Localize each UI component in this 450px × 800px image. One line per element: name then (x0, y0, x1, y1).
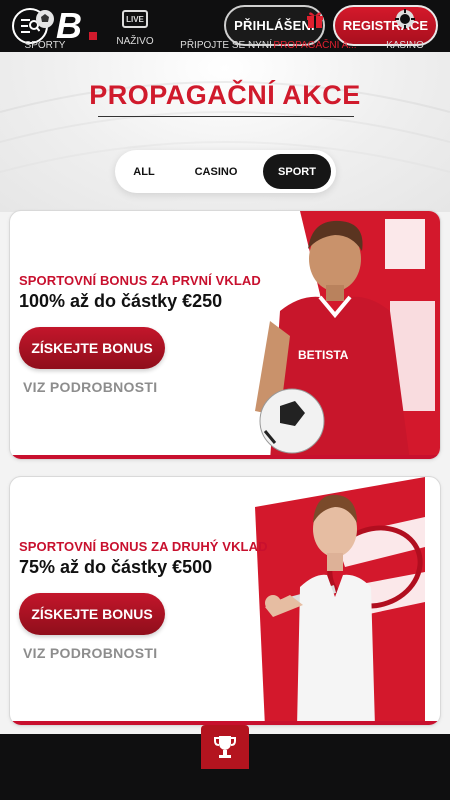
casino-chip-icon (395, 9, 415, 29)
nav-sports[interactable]: SPORTY (20, 0, 70, 66)
page-title: PROPAGAČNÍ AKCE (89, 80, 361, 110)
tennis-player-image (255, 477, 425, 725)
promo-subtitle: SPORTOVNÍ BONUS ZA DRUHÝ VKLAD (19, 539, 268, 554)
promo-card-first-deposit: BETISTA SPORTOVNÍ BONUS ZA PRVNÍ VKLAD 1… (9, 210, 441, 460)
nav-label: PŘIPOJTE SE NYNÍ (180, 40, 272, 51)
promo-subtitle: SPORTOVNÍ BONUS ZA PRVNÍ VKLAD (19, 273, 261, 288)
nav-label: SPORTY (24, 40, 66, 51)
filter-all[interactable]: ALL (121, 154, 167, 189)
filter-casino[interactable]: CASINO (177, 154, 255, 189)
soccer-ball-icon (36, 10, 54, 28)
nav-label: PROPAGAČNÍ A... (273, 40, 357, 51)
promo-card-second-deposit: SPORTOVNÍ BONUS ZA DRUHÝ VKLAD 75% až do… (9, 476, 441, 726)
filter-sport[interactable]: SPORT (263, 154, 331, 189)
promo-headline: 75% až do částky €500 (19, 557, 213, 577)
nav-label: NAŽIVO (116, 36, 154, 47)
title-divider (98, 116, 354, 117)
nav-promotions[interactable]: PROPAGAČNÍ A... (268, 0, 362, 66)
footballer-image: BETISTA (255, 211, 440, 459)
nav-label: KASINO (386, 40, 424, 51)
live-icon: LIVE (122, 10, 148, 28)
shirt-text: BETISTA (298, 348, 349, 362)
card-accent (10, 455, 440, 459)
view-details-link[interactable]: VIZ PODROBNOSTI (23, 645, 157, 661)
get-bonus-button[interactable]: ZÍSKEJTE BONUS (19, 593, 165, 635)
nav-casino[interactable]: KASINO (380, 0, 430, 66)
get-bonus-button[interactable]: ZÍSKEJTE BONUS (19, 327, 165, 369)
gift-icon (307, 12, 323, 28)
view-details-link[interactable]: VIZ PODROBNOSTI (23, 379, 157, 395)
trophy-icon[interactable] (201, 725, 249, 769)
nav-join-now[interactable]: PŘIPOJTE SE NYNÍ (178, 0, 274, 66)
promo-filter: ALL CASINO SPORT (115, 150, 336, 193)
promo-headline: 100% až do částky €250 (19, 291, 223, 311)
nav-live[interactable]: LIVE NAŽIVO (108, 0, 162, 66)
